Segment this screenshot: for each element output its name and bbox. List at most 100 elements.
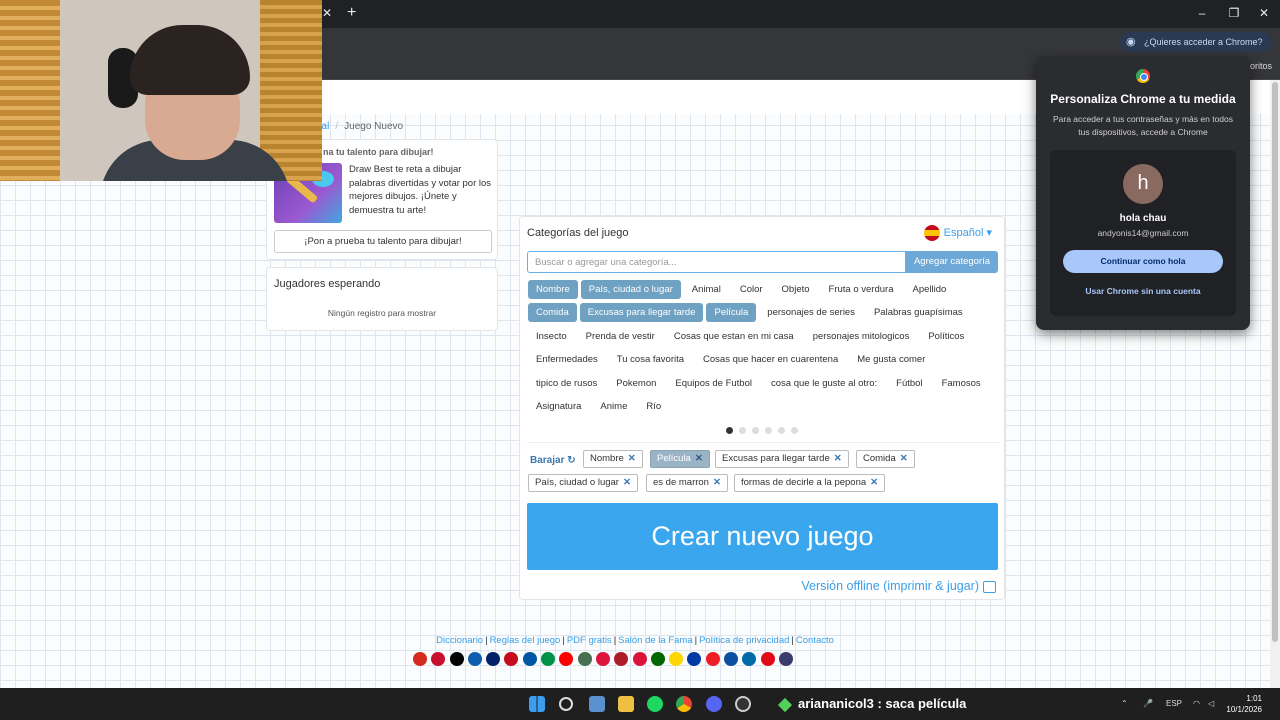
selected-category-chip[interactable]: formas de decirle a la pepona ✕ <box>734 474 886 492</box>
volume-icon[interactable]: ◁ <box>1208 699 1214 708</box>
category-tag[interactable]: Nombre <box>528 280 578 299</box>
language-flag-icon[interactable] <box>522 651 537 666</box>
category-tag[interactable]: Me gusta comer <box>849 350 933 369</box>
footer-link[interactable]: Política de privacidad <box>699 635 789 646</box>
category-tag[interactable]: Excusas para llegar tarde <box>579 303 704 323</box>
category-tag[interactable]: Cosas que estan en mi casa <box>666 327 802 346</box>
continue-as-button[interactable]: Continuar como hola <box>1063 250 1223 273</box>
language-flag-icon[interactable] <box>760 651 775 666</box>
bookmarks-overflow[interactable]: oritos <box>1250 61 1272 71</box>
category-tag[interactable]: Pokemon <box>608 374 664 393</box>
remove-icon[interactable]: ✕ <box>623 477 631 488</box>
pagination-dot[interactable] <box>726 427 733 434</box>
tab-close-icon[interactable]: ✕ <box>322 6 332 20</box>
create-game-button[interactable]: Crear nuevo juego <box>527 503 998 570</box>
input-language[interactable]: ESP <box>1166 699 1182 708</box>
remove-icon[interactable]: ✕ <box>834 453 842 464</box>
language-flag-icon[interactable] <box>541 651 556 666</box>
category-tag[interactable]: Equipos de Futbol <box>667 374 760 393</box>
category-tag[interactable]: Fruta o verdura <box>821 280 902 299</box>
windows-start-icon[interactable] <box>529 696 545 712</box>
language-flag-icon[interactable] <box>577 651 592 666</box>
category-tag[interactable]: Río <box>638 397 669 416</box>
pagination-dot[interactable] <box>791 427 798 434</box>
add-category-button[interactable]: Agregar categoría <box>906 251 998 273</box>
chrome-signin-button[interactable]: ◉ ¿Quieres acceder a Chrome? <box>1120 32 1271 52</box>
wifi-icon[interactable]: ◠ <box>1193 699 1200 708</box>
remove-icon[interactable]: ✕ <box>900 453 908 464</box>
new-tab-icon[interactable]: + <box>347 4 356 22</box>
language-flag-icon[interactable] <box>669 651 684 666</box>
language-flag-icon[interactable] <box>778 651 793 666</box>
footer-link[interactable]: Reglas del juego <box>490 635 561 646</box>
pagination-dot[interactable] <box>739 427 746 434</box>
category-tag[interactable]: Famosos <box>934 374 989 393</box>
category-tag[interactable]: Asignatura <box>528 397 589 416</box>
selected-category-chip[interactable]: País, ciudad o lugar ✕ <box>528 474 638 492</box>
scrollbar-thumb[interactable] <box>1272 82 1278 642</box>
category-tag[interactable]: Fútbol <box>888 374 930 393</box>
language-flag-icon[interactable] <box>431 651 446 666</box>
pagination-dot[interactable] <box>765 427 772 434</box>
category-tag[interactable]: Cosas que hacer en cuarentena <box>695 350 846 369</box>
category-tag[interactable]: personajes mitologicos <box>805 327 918 346</box>
language-flag-icon[interactable] <box>632 651 647 666</box>
search-icon[interactable] <box>559 697 573 711</box>
taskbar-clock[interactable]: 1:01 10/1/2026 <box>1222 693 1262 715</box>
microphone-icon[interactable]: 🎤 <box>1143 699 1153 708</box>
footer-link[interactable]: Diccionario <box>436 635 483 646</box>
pagination-dot[interactable] <box>778 427 785 434</box>
language-flag-icon[interactable] <box>614 651 629 666</box>
spotify-icon[interactable] <box>647 696 663 712</box>
pagination-dot[interactable] <box>752 427 759 434</box>
language-flag-icon[interactable] <box>413 651 427 666</box>
selected-category-chip[interactable]: Comida ✕ <box>856 450 915 468</box>
category-tag[interactable]: personajes de series <box>759 303 863 322</box>
category-search-field[interactable] <box>527 251 906 273</box>
chrome-icon[interactable] <box>676 696 692 712</box>
language-flag-icon[interactable] <box>595 651 610 666</box>
tray-chevron-icon[interactable]: ⌃ <box>1121 699 1128 708</box>
taskview-icon[interactable] <box>589 696 605 712</box>
remove-icon[interactable]: ✕ <box>713 477 721 488</box>
language-flag-icon[interactable] <box>705 651 720 666</box>
language-flag-icon[interactable] <box>724 651 739 666</box>
footer-link[interactable]: PDF gratis <box>567 635 612 646</box>
category-tag[interactable]: Insecto <box>528 327 575 346</box>
file-explorer-icon[interactable] <box>618 696 634 712</box>
remove-icon[interactable]: ✕ <box>695 453 703 464</box>
offline-version-link[interactable]: Versión offline (imprimir & jugar) <box>801 579 996 593</box>
category-tag[interactable]: Tu cosa favorita <box>609 350 692 369</box>
category-tag[interactable]: Enfermedades <box>528 350 606 369</box>
category-tag[interactable]: Película <box>706 303 757 323</box>
obs-icon[interactable] <box>735 696 751 712</box>
remove-icon[interactable]: ✕ <box>870 477 878 488</box>
footer-link[interactable]: Contacto <box>796 635 834 646</box>
language-selector[interactable]: Español ▾ <box>923 225 992 241</box>
category-tag[interactable]: Políticos <box>920 327 972 346</box>
category-tag[interactable]: Objeto <box>774 280 818 299</box>
category-tag[interactable]: Apellido <box>904 280 954 299</box>
footer-link[interactable]: Salón de la Fama <box>618 635 692 646</box>
language-flag-icon[interactable] <box>559 651 574 666</box>
promo-button[interactable]: ¡Pon a prueba tu talento para dibujar! <box>274 230 492 253</box>
category-tag[interactable]: Comida <box>528 303 577 323</box>
category-tag[interactable]: Prenda de vestir <box>578 327 663 346</box>
language-flag-icon[interactable] <box>467 651 482 666</box>
selected-category-chip[interactable]: es de marron ✕ <box>646 474 728 492</box>
category-tag[interactable]: Animal <box>684 280 729 299</box>
restore-icon[interactable]: ❐ <box>1224 6 1244 20</box>
discord-icon[interactable] <box>706 696 722 712</box>
language-flag-icon[interactable] <box>504 651 519 666</box>
category-search-input[interactable] <box>528 252 905 272</box>
remove-icon[interactable]: ✕ <box>628 453 636 464</box>
shuffle-button[interactable]: Barajar ↻ <box>530 455 576 466</box>
category-tag[interactable]: País, ciudad o lugar <box>580 280 681 299</box>
language-flag-icon[interactable] <box>742 651 757 666</box>
category-tag[interactable]: tipico de rusos <box>528 374 605 393</box>
page-scrollbar[interactable] <box>1270 80 1280 688</box>
selected-category-chip[interactable]: Nombre ✕ <box>583 450 643 468</box>
category-tag[interactable]: Palabras guapísimas <box>866 303 971 322</box>
minimize-icon[interactable]: – <box>1192 6 1212 20</box>
category-tag[interactable]: cosa que le guste al otro: <box>763 374 885 393</box>
